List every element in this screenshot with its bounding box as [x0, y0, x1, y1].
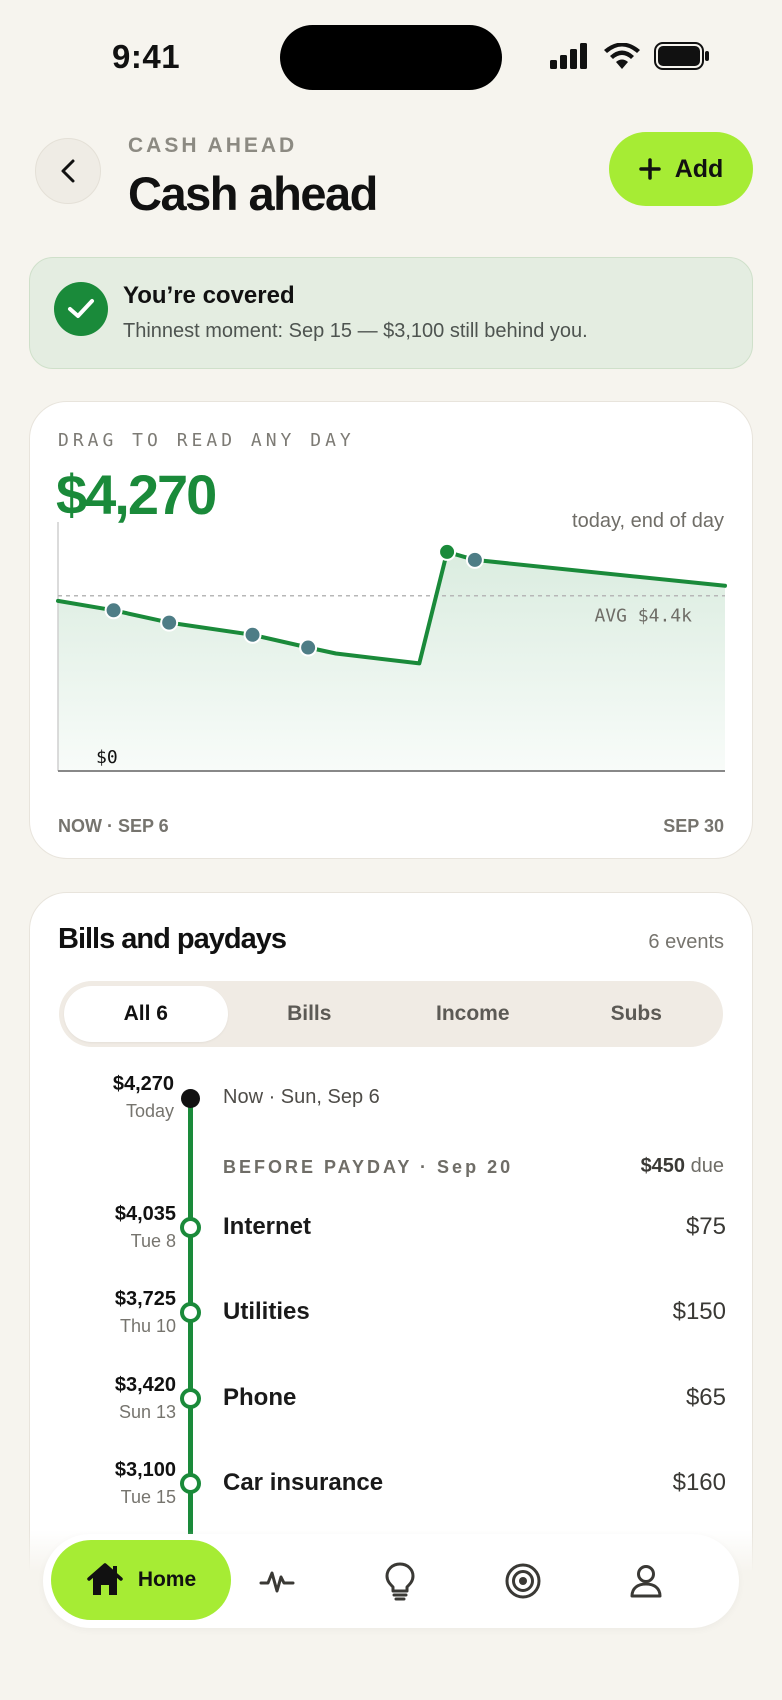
group-due-word: due	[690, 1155, 724, 1177]
now-balance: $4,270	[112, 1073, 174, 1095]
event-marker	[180, 1388, 201, 1409]
event-marker	[180, 1473, 201, 1494]
back-button[interactable]	[35, 138, 101, 204]
nav-activity-button[interactable]	[253, 1557, 301, 1605]
group-due: $450 due	[641, 1155, 724, 1178]
cellular-signal-icon	[550, 43, 587, 69]
bills-title: Bills and paydays	[58, 923, 287, 955]
events-count: 6 events	[648, 931, 724, 953]
chart-bill-marker	[299, 638, 318, 657]
wifi-icon	[604, 43, 640, 69]
chart-bill-marker	[104, 601, 123, 620]
checkmark-icon	[54, 282, 108, 336]
event-date: Thu 10	[119, 1316, 176, 1336]
group-label: BEFORE PAYDAY · Sep 20	[223, 1157, 514, 1177]
plus-icon	[638, 158, 661, 180]
home-icon	[87, 1563, 123, 1595]
chart-range-start: NOW · SEP 6	[58, 816, 169, 836]
chart-range-end: SEP 30	[663, 816, 724, 836]
event-cost: $75	[685, 1213, 726, 1240]
event-name: Utilities	[223, 1298, 310, 1325]
chart-zero-label: $0	[96, 747, 118, 768]
nav-home-button[interactable]: Home	[51, 1540, 231, 1620]
event-date: Sun 13	[118, 1402, 176, 1422]
event-name: Phone	[223, 1384, 297, 1411]
event-balance: $3,725	[114, 1288, 176, 1310]
event-name: Car insurance	[223, 1469, 384, 1496]
event-marker	[180, 1302, 201, 1323]
now-caption: Today	[125, 1101, 174, 1121]
bottom-nav: Home	[43, 1534, 739, 1628]
nav-home-label: Home	[137, 1568, 197, 1591]
event-row[interactable]: $3,100 Tue 15 Car insurance $160	[30, 1459, 752, 1519]
banner-subtitle: Thinnest moment: Sep 15 — $3,100 still b…	[123, 320, 588, 342]
chart-bill-marker	[160, 613, 179, 632]
page-eyebrow: CASH AHEAD	[128, 134, 298, 157]
banner-title: You’re covered	[123, 282, 295, 309]
event-balance: $4,035	[114, 1203, 176, 1225]
chevron-left-icon	[61, 159, 75, 183]
filter-segmented-control: All 6 Bills Income Subs	[59, 981, 723, 1047]
event-cost: $65	[685, 1384, 726, 1411]
event-marker	[180, 1217, 201, 1238]
filter-tab-all[interactable]: All 6	[64, 986, 228, 1042]
group-due-amount: $450	[640, 1155, 686, 1177]
cash-forecast-chart[interactable]: AVG $4.4k $0	[30, 402, 754, 860]
add-button-label: Add	[674, 154, 724, 183]
filter-tab-income[interactable]: Income	[391, 986, 555, 1042]
nav-profile-button[interactable]	[622, 1557, 670, 1605]
profile-icon	[630, 1565, 662, 1598]
coverage-banner: You’re covered Thinnest moment: Sep 15 —…	[29, 257, 753, 369]
event-balance: $3,420	[114, 1374, 176, 1396]
battery-icon	[654, 42, 709, 70]
filter-tab-subs[interactable]: Subs	[555, 986, 719, 1042]
add-button[interactable]: Add	[609, 132, 753, 206]
chart-bill-marker	[243, 625, 262, 644]
dynamic-island	[280, 25, 502, 90]
now-marker	[181, 1089, 200, 1108]
event-cost: $160	[672, 1469, 726, 1496]
cash-forecast-card: DRAG TO READ ANY DAY $4,270 today, end o…	[29, 401, 753, 859]
event-date: Tue 8	[130, 1231, 176, 1251]
event-row[interactable]: $3,725 Thu 10 Utilities $150	[30, 1288, 752, 1348]
target-icon	[505, 1563, 541, 1599]
event-cost: $150	[672, 1298, 726, 1325]
chart-income-marker	[438, 542, 457, 561]
filter-tab-bills[interactable]: Bills	[228, 986, 392, 1042]
chart-avg-label: AVG $4.4k	[594, 606, 692, 627]
now-label: Now · Sun, Sep 6	[223, 1086, 380, 1108]
event-name: Internet	[223, 1213, 312, 1240]
lightbulb-icon	[385, 1562, 415, 1601]
status-time: 9:41	[112, 38, 181, 75]
status-bar: 9:41	[0, 0, 782, 110]
nav-insights-button[interactable]	[376, 1557, 424, 1605]
page-title: Cash ahead	[128, 167, 378, 220]
event-date: Tue 15	[120, 1487, 176, 1507]
event-balance: $3,100	[114, 1459, 176, 1481]
event-row[interactable]: $4,035 Tue 8 Internet $75	[30, 1203, 752, 1263]
activity-icon	[259, 1571, 295, 1593]
status-icons	[550, 42, 710, 70]
nav-goals-button[interactable]	[499, 1557, 547, 1605]
chart-bill-marker	[465, 550, 484, 569]
event-row[interactable]: $3,420 Sun 13 Phone $65	[30, 1374, 752, 1434]
